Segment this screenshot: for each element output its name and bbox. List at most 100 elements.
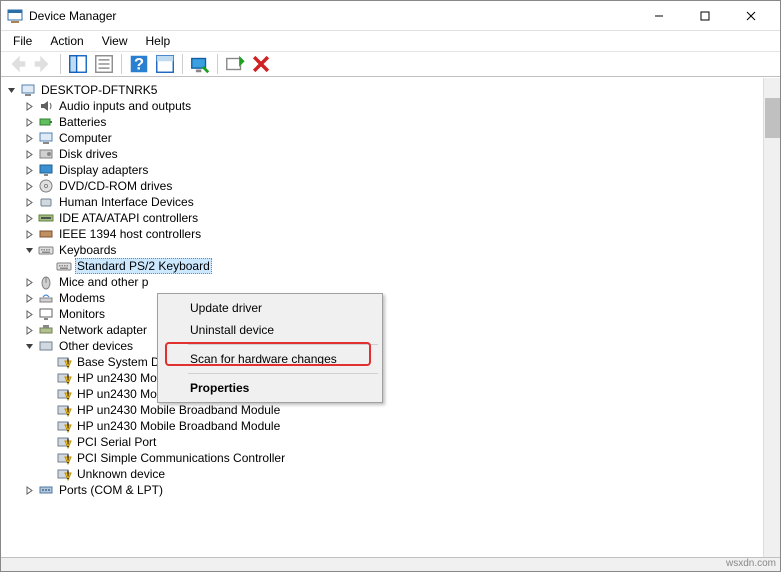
expander-icon[interactable] <box>23 228 35 240</box>
expander-icon[interactable] <box>23 484 35 496</box>
vertical-scrollbar[interactable] <box>763 78 780 557</box>
expander-icon[interactable] <box>23 180 35 192</box>
toolbar-separator <box>60 54 61 74</box>
forward-button[interactable] <box>31 53 55 75</box>
show-hide-tree-button[interactable] <box>66 53 90 75</box>
titlebar: Device Manager <box>1 1 780 31</box>
node-label: Network adapter <box>57 323 149 337</box>
device-icon: ! <box>56 370 72 386</box>
tree-device[interactable]: !Unknown device <box>1 466 763 482</box>
node-label: Unknown device <box>75 467 167 481</box>
category-icon <box>38 130 54 146</box>
svg-text:!: ! <box>66 420 69 434</box>
tree-device[interactable]: !PCI Serial Port <box>1 434 763 450</box>
expander-spacer <box>41 388 53 400</box>
device-manager-window: Device Manager File Action View Help ? D… <box>0 0 781 572</box>
expander-spacer <box>41 356 53 368</box>
uninstall-button[interactable] <box>249 53 273 75</box>
ctx-scan-hardware[interactable]: Scan for hardware changes <box>160 348 380 370</box>
category-icon <box>38 162 54 178</box>
node-label: HP un2430 Mobile Broadband Module <box>75 419 282 433</box>
expander-icon[interactable] <box>23 340 35 352</box>
expander-icon[interactable] <box>23 116 35 128</box>
expander-icon[interactable] <box>23 308 35 320</box>
action-toolbar-button[interactable] <box>153 53 177 75</box>
menu-view[interactable]: View <box>94 33 136 49</box>
expander-icon[interactable] <box>23 324 35 336</box>
tree-device[interactable]: ! HP un2430 Mobile Broadband Module <box>1 418 763 434</box>
menu-file[interactable]: File <box>5 33 40 49</box>
svg-text:!: ! <box>66 436 69 450</box>
node-label: Computer <box>57 131 114 145</box>
toolbar-separator <box>182 54 183 74</box>
expander-icon[interactable] <box>23 100 35 112</box>
tree-device[interactable]: !HP un2430 Mobile Broadband Module <box>1 402 763 418</box>
tree-root[interactable]: DESKTOP-DFTNRK5 <box>1 82 763 98</box>
node-label: Other devices <box>57 339 135 353</box>
tree-device[interactable]: !PCI Simple Communications Controller <box>1 450 763 466</box>
category-icon <box>38 242 54 258</box>
tree-device[interactable]: Standard PS/2 Keyboard <box>1 258 763 274</box>
ctx-separator <box>188 373 378 374</box>
category-icon <box>38 482 54 498</box>
tree-category[interactable]: Batteries <box>1 114 763 130</box>
tree-category[interactable]: Mice and other p <box>1 274 763 290</box>
category-icon <box>38 338 54 354</box>
watermark: wsxdn.com <box>726 558 776 569</box>
expander-icon[interactable] <box>23 244 35 256</box>
maximize-button[interactable] <box>682 1 728 31</box>
device-icon: ! <box>56 402 72 418</box>
tree-category[interactable]: Audio inputs and outputs <box>1 98 763 114</box>
tree-category[interactable]: Computer <box>1 130 763 146</box>
category-icon <box>38 226 54 242</box>
tree-category[interactable]: Human Interface Devices <box>1 194 763 210</box>
back-button[interactable] <box>5 53 29 75</box>
computer-icon <box>20 82 36 98</box>
expander-icon[interactable] <box>23 132 35 144</box>
expander-icon[interactable] <box>23 276 35 288</box>
expander-icon[interactable] <box>5 84 17 96</box>
help-button[interactable]: ? <box>127 53 151 75</box>
node-label: Ports (COM & LPT) <box>57 483 165 497</box>
menu-help[interactable]: Help <box>138 33 179 49</box>
category-icon <box>38 146 54 162</box>
expander-spacer <box>41 420 53 432</box>
tree-category[interactable]: Display adapters <box>1 162 763 178</box>
ctx-update-driver[interactable]: Update driver <box>160 297 380 319</box>
node-label: IEEE 1394 host controllers <box>57 227 203 241</box>
category-icon <box>38 306 54 322</box>
expander-icon[interactable] <box>23 212 35 224</box>
expander-icon[interactable] <box>23 292 35 304</box>
statusbar <box>1 557 780 571</box>
tree-category[interactable]: IEEE 1394 host controllers <box>1 226 763 242</box>
update-driver-button[interactable] <box>223 53 247 75</box>
scan-hardware-button[interactable] <box>188 53 212 75</box>
node-label: Monitors <box>57 307 107 321</box>
tree-category[interactable]: IDE ATA/ATAPI controllers <box>1 210 763 226</box>
node-label: Standard PS/2 Keyboard <box>75 258 212 274</box>
close-button[interactable] <box>728 1 774 31</box>
tree-category[interactable]: Disk drives <box>1 146 763 162</box>
node-label: Human Interface Devices <box>57 195 196 209</box>
svg-text:!: ! <box>66 404 69 418</box>
tree-category[interactable]: DVD/CD-ROM drives <box>1 178 763 194</box>
tree-category[interactable]: Keyboards <box>1 242 763 258</box>
svg-text:!: ! <box>66 372 69 386</box>
expander-icon[interactable] <box>23 164 35 176</box>
tree-category[interactable]: Ports (COM & LPT) <box>1 482 763 498</box>
expander-icon[interactable] <box>23 196 35 208</box>
toolbar: ? <box>1 51 780 77</box>
expander-spacer <box>41 372 53 384</box>
minimize-button[interactable] <box>636 1 682 31</box>
properties-button[interactable] <box>92 53 116 75</box>
menu-action[interactable]: Action <box>42 33 91 49</box>
node-label: Display adapters <box>57 163 150 177</box>
expander-icon[interactable] <box>23 148 35 160</box>
svg-text:!: ! <box>66 452 69 466</box>
category-icon <box>38 178 54 194</box>
ctx-uninstall-device[interactable]: Uninstall device <box>160 319 380 341</box>
device-icon: ! <box>56 418 72 434</box>
ctx-properties[interactable]: Properties <box>160 377 380 399</box>
svg-text:!: ! <box>66 388 69 402</box>
scrollbar-thumb[interactable] <box>765 98 780 138</box>
